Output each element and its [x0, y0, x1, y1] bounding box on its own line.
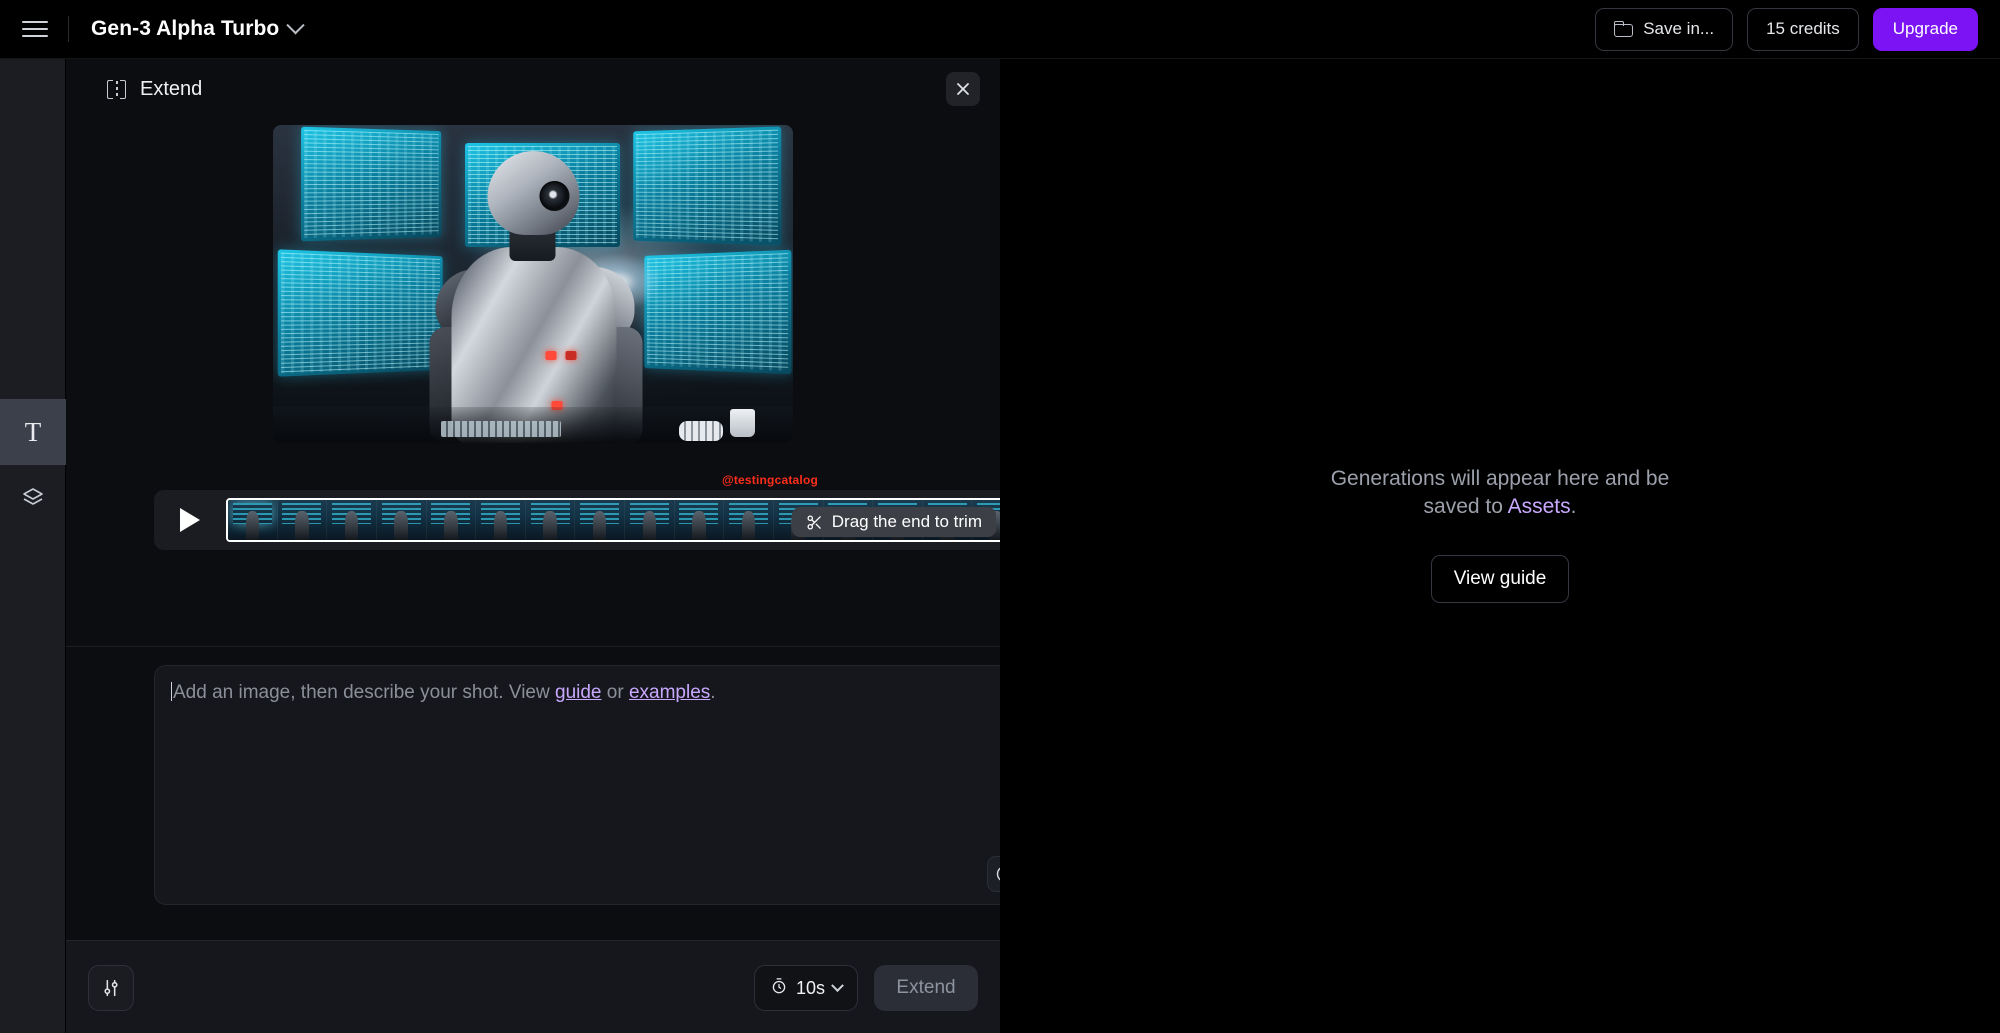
extend-panel-header: Extend	[66, 59, 1000, 119]
model-name-label: Gen-3 Alpha Turbo	[91, 17, 280, 40]
folder-icon	[1614, 21, 1634, 37]
prompt-placeholder: Add an image, then describe your shot. V…	[171, 680, 1021, 706]
empty-line-2-suffix: .	[1570, 495, 1577, 518]
prompt-placeholder-suffix: .	[710, 682, 716, 703]
empty-state-text: Generations will appear here and be save…	[1240, 465, 1760, 521]
bottom-action-bar: 10s Extend	[66, 940, 1000, 1033]
duration-label: 10s	[795, 977, 825, 998]
prompt-placeholder-mid: or	[601, 682, 629, 703]
video-preview[interactable]	[273, 125, 793, 443]
left-tool-rail: T	[0, 59, 66, 1033]
play-icon[interactable]	[154, 490, 226, 550]
upgrade-button[interactable]: Upgrade	[1872, 7, 1978, 51]
empty-line-1: Generations will appear here and be	[1330, 467, 1670, 490]
chevron-down-icon	[831, 978, 844, 992]
generations-empty-state: Generations will appear here and be save…	[1240, 465, 1760, 603]
prompt-placeholder-prefix: Add an image, then describe your shot. V…	[173, 682, 555, 703]
view-guide-button[interactable]: View guide	[1430, 555, 1570, 603]
top-bar-actions: Save in... 15 credits Upgrade	[1595, 7, 1978, 51]
layers-icon	[21, 486, 45, 510]
top-divider	[68, 16, 69, 42]
panel-title: Extend	[140, 77, 203, 100]
filmstrip-wrap: Drag the end to trim	[226, 473, 1024, 544]
runway-extend-app: Gen-3 Alpha Turbo Save in... 15 credits …	[0, 0, 2000, 1033]
credits-button[interactable]: 15 credits	[1747, 7, 1859, 51]
panel-divider	[66, 646, 1000, 647]
stopwatch-icon	[770, 977, 788, 1000]
generations-panel: Generations will appear here and be save…	[1000, 59, 2000, 1033]
assets-link[interactable]: Assets	[1508, 495, 1571, 518]
examples-link[interactable]: examples	[629, 682, 710, 703]
extend-panel: Extend @testingcatalog Drag the end to t…	[66, 59, 1038, 1033]
text-icon: T	[24, 416, 42, 447]
timeline-zone: @testingcatalog Drag the end to trim	[66, 473, 1038, 551]
trim-tooltip-label: Drag the end to trim	[831, 512, 982, 531]
text-caret	[171, 682, 172, 701]
sliders-icon[interactable]	[88, 965, 134, 1011]
guide-link[interactable]: guide	[555, 682, 602, 703]
sidebar-item-text-tool[interactable]: T	[0, 399, 66, 465]
empty-line-2-prefix: saved to	[1423, 495, 1508, 518]
extend-button[interactable]: Extend	[874, 965, 978, 1011]
watermark-label: @testingcatalog	[721, 473, 818, 487]
top-bar: Gen-3 Alpha Turbo Save in... 15 credits …	[0, 0, 2000, 59]
close-icon[interactable]	[946, 72, 980, 106]
save-in-label: Save in...	[1643, 19, 1715, 38]
credits-label: 15 credits	[1766, 19, 1840, 38]
scissors-icon	[806, 514, 823, 531]
trim-tooltip: Drag the end to trim	[791, 507, 996, 537]
hamburger-icon[interactable]	[22, 16, 48, 42]
prompt-input-area[interactable]: Add an image, then describe your shot. V…	[154, 665, 1038, 905]
duration-selector[interactable]: 10s	[753, 965, 858, 1011]
video-timeline: Drag the end to trim	[154, 473, 1038, 550]
sidebar-item-layers-tool[interactable]	[0, 465, 66, 531]
extend-brackets-icon	[107, 79, 126, 99]
save-in-button[interactable]: Save in...	[1595, 7, 1734, 51]
video-preview-wrap	[66, 125, 1000, 443]
model-selector[interactable]: Gen-3 Alpha Turbo	[91, 15, 306, 41]
video-frame-image	[273, 125, 793, 443]
chevron-down-icon	[286, 15, 306, 34]
